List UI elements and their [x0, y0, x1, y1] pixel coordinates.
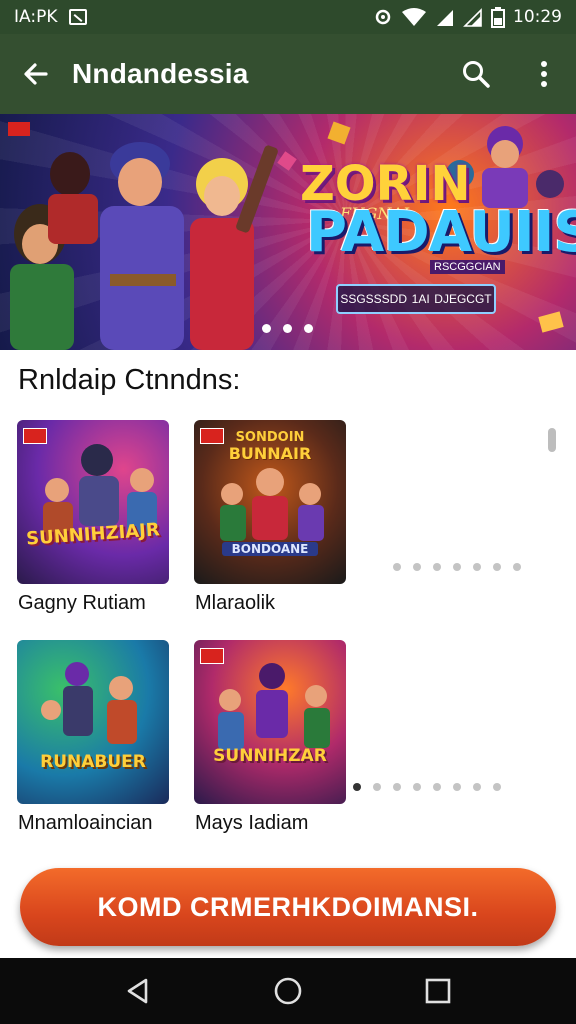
row-2-page-indicator [353, 783, 501, 791]
nav-back-button[interactable] [98, 958, 178, 1024]
signal-2-icon [463, 8, 482, 27]
row-2-dot[interactable] [393, 783, 401, 791]
game-card-characters [41, 662, 137, 744]
signal-icon [437, 10, 453, 26]
game-card-2-label[interactable]: Mlaraolik [195, 592, 275, 615]
system-nav-bar [0, 958, 576, 1024]
app-bar: Nndandessia [0, 34, 576, 114]
game-card-4-label[interactable]: Mays Iadiam [195, 812, 308, 835]
banner-pill-mid: 1AI [411, 292, 430, 306]
banner-info-pill: SSGSSSDD 1AI DJEGCGT [336, 284, 496, 314]
row-1-page-indicator [393, 563, 521, 571]
game-card-art-text: RUNABUER [40, 752, 146, 772]
banner-tagline: RSCGGCIAN [430, 260, 505, 274]
game-card-art-sub-text: BONDOANE [222, 542, 318, 556]
row-2-dot[interactable] [453, 783, 461, 791]
featured-banner[interactable]: ZORIN FUGNAL PADAUIIS RSCGGCIAN SSGSSSDD… [0, 114, 576, 350]
banner-dot[interactable] [283, 324, 292, 333]
banner-dot[interactable] [304, 324, 313, 333]
nav-back-icon [127, 978, 148, 1004]
primary-cta-button[interactable]: KOMD CRMERHKDOIMANSI. [20, 868, 556, 946]
card-rating-badge [200, 648, 224, 664]
game-card-3[interactable]: RUNABUER [17, 640, 169, 804]
more-vert-icon [541, 61, 547, 87]
row-2-dot[interactable] [493, 783, 501, 791]
game-card-characters [43, 444, 157, 542]
battery-icon [491, 7, 505, 28]
row-2-dot[interactable] [373, 783, 381, 791]
game-card-1[interactable]: SUNNIHZIAJR [17, 420, 169, 584]
banner-page-indicator [262, 324, 313, 333]
row-2-dot[interactable] [473, 783, 481, 791]
page-title: Nndandessia [72, 58, 249, 89]
scrollbar-thumb[interactable] [548, 428, 556, 452]
game-card-characters [218, 663, 330, 750]
search-button[interactable] [452, 50, 500, 98]
status-bar: IA:PK 10:29 [0, 0, 576, 34]
row-2-dot[interactable] [433, 783, 441, 791]
row-2-dot-active[interactable] [353, 783, 361, 791]
banner-pill-left: SSGSSSDD [340, 292, 407, 306]
notification-icon [69, 9, 88, 25]
status-time: 10:29 [513, 7, 562, 27]
row-1-dot[interactable] [433, 563, 441, 571]
game-card-4[interactable]: SUNNIHZAR [194, 640, 346, 804]
back-arrow-icon [24, 63, 48, 85]
game-card-art-top-text: SONDOIN [235, 430, 305, 445]
row-1-dot[interactable] [393, 563, 401, 571]
nav-recents-button[interactable] [398, 958, 478, 1024]
section-title: Rnldaip Ctnndns: [18, 364, 241, 396]
game-card-2[interactable]: SONDOIN BUNNAIR BONDOANE [194, 420, 346, 584]
status-carrier: IA:PK [14, 7, 58, 27]
row-1-dot[interactable] [413, 563, 421, 571]
row-1-dot[interactable] [453, 563, 461, 571]
alarm-icon [375, 9, 391, 25]
wifi-icon [402, 8, 426, 26]
nav-home-icon [274, 977, 302, 1005]
row-2-dot[interactable] [413, 783, 421, 791]
row-1-dot[interactable] [473, 563, 481, 571]
nav-home-button[interactable] [248, 958, 328, 1024]
back-button[interactable] [0, 34, 72, 114]
game-card-1-label[interactable]: Gagny Rutiam [18, 592, 146, 615]
game-card-art-text: SUNNIHZAR [213, 746, 327, 766]
banner-rating-badge [8, 122, 30, 136]
more-options-button[interactable] [520, 50, 568, 98]
game-card-3-label[interactable]: Mnamloaincian [18, 812, 153, 835]
banner-dot[interactable] [262, 324, 271, 333]
card-rating-badge [23, 428, 47, 444]
row-1-dot[interactable] [493, 563, 501, 571]
nav-recents-icon [425, 978, 451, 1004]
game-card-art-text: BUNNAIR [228, 444, 312, 463]
search-icon [463, 61, 490, 88]
banner-title-line3: PADAUIIS [306, 200, 576, 265]
row-1-dot[interactable] [513, 563, 521, 571]
banner-pill-right: DJEGCGT [434, 292, 492, 306]
